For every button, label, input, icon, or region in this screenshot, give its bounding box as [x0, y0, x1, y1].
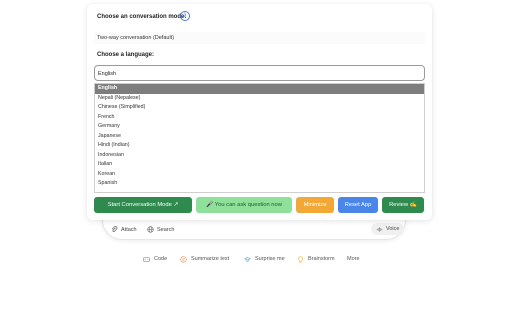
- chip-code[interactable]: Code: [143, 252, 167, 266]
- language-option[interactable]: Italian: [95, 160, 424, 170]
- language-option[interactable]: Hindi (Indian): [95, 141, 424, 151]
- language-option[interactable]: French: [95, 113, 424, 123]
- minimize-button[interactable]: Minimize: [296, 197, 334, 213]
- chip-brainstorm[interactable]: Brainstorm: [297, 252, 335, 266]
- waveform-icon: [376, 226, 383, 232]
- language-option[interactable]: Germany: [95, 122, 424, 132]
- reset-app-button[interactable]: Reset App: [338, 197, 378, 213]
- chip-surprise[interactable]: Surprise me: [244, 252, 285, 266]
- globe-icon: [147, 226, 154, 233]
- attach-label: Attach: [121, 226, 137, 233]
- language-select[interactable]: English: [94, 65, 425, 81]
- chip-more-label: More: [347, 256, 360, 262]
- attach-button[interactable]: Attach: [111, 226, 137, 233]
- suggestion-chips: Code Summarize text Surprise me Brainsto…: [0, 252, 512, 266]
- language-option[interactable]: Japanese: [95, 132, 424, 142]
- start-conversation-button[interactable]: Start Conversation Mode ↗: [94, 197, 192, 213]
- review-button[interactable]: Review ✍: [382, 197, 424, 213]
- language-option[interactable]: Indonesian: [95, 151, 424, 161]
- voice-button[interactable]: Voice: [371, 223, 405, 235]
- language-option[interactable]: Spanish: [95, 179, 424, 189]
- lightbulb-icon: [298, 255, 303, 263]
- info-icon[interactable]: i: [180, 11, 190, 21]
- graduation-cap-icon: [244, 256, 251, 262]
- language-option[interactable]: Chinese (Simplified): [95, 103, 424, 113]
- conversation-panel: Choose an conversation mode: i Two-way c…: [87, 4, 432, 220]
- paperclip-icon: [111, 226, 118, 232]
- language-option[interactable]: English: [95, 84, 424, 94]
- chip-more[interactable]: More: [347, 252, 360, 266]
- chip-brainstorm-label: Brainstorm: [308, 256, 335, 262]
- ask-question-button[interactable]: 🎤 You can ask question now: [196, 197, 292, 213]
- code-icon: [143, 256, 150, 262]
- chip-summarize[interactable]: Summarize text: [180, 252, 229, 266]
- mode-select[interactable]: Two-way conversation (Default): [94, 32, 425, 44]
- language-label: Choose a language:: [97, 52, 155, 58]
- chip-surprise-label: Surprise me: [255, 256, 285, 262]
- document-icon: [180, 255, 187, 263]
- search-label: Search: [157, 226, 175, 233]
- chip-summarize-label: Summarize text: [191, 256, 230, 262]
- language-dropdown-list[interactable]: English Nepali (Nepalese) Chinese (Simpl…: [94, 83, 425, 193]
- search-button[interactable]: Search: [147, 226, 174, 233]
- voice-label: Voice: [386, 226, 400, 232]
- language-option[interactable]: Korean: [95, 170, 424, 180]
- mode-label: Choose an conversation mode:: [97, 14, 187, 20]
- language-option[interactable]: Nepali (Nepalese): [95, 94, 424, 104]
- chip-code-label: Code: [154, 256, 168, 262]
